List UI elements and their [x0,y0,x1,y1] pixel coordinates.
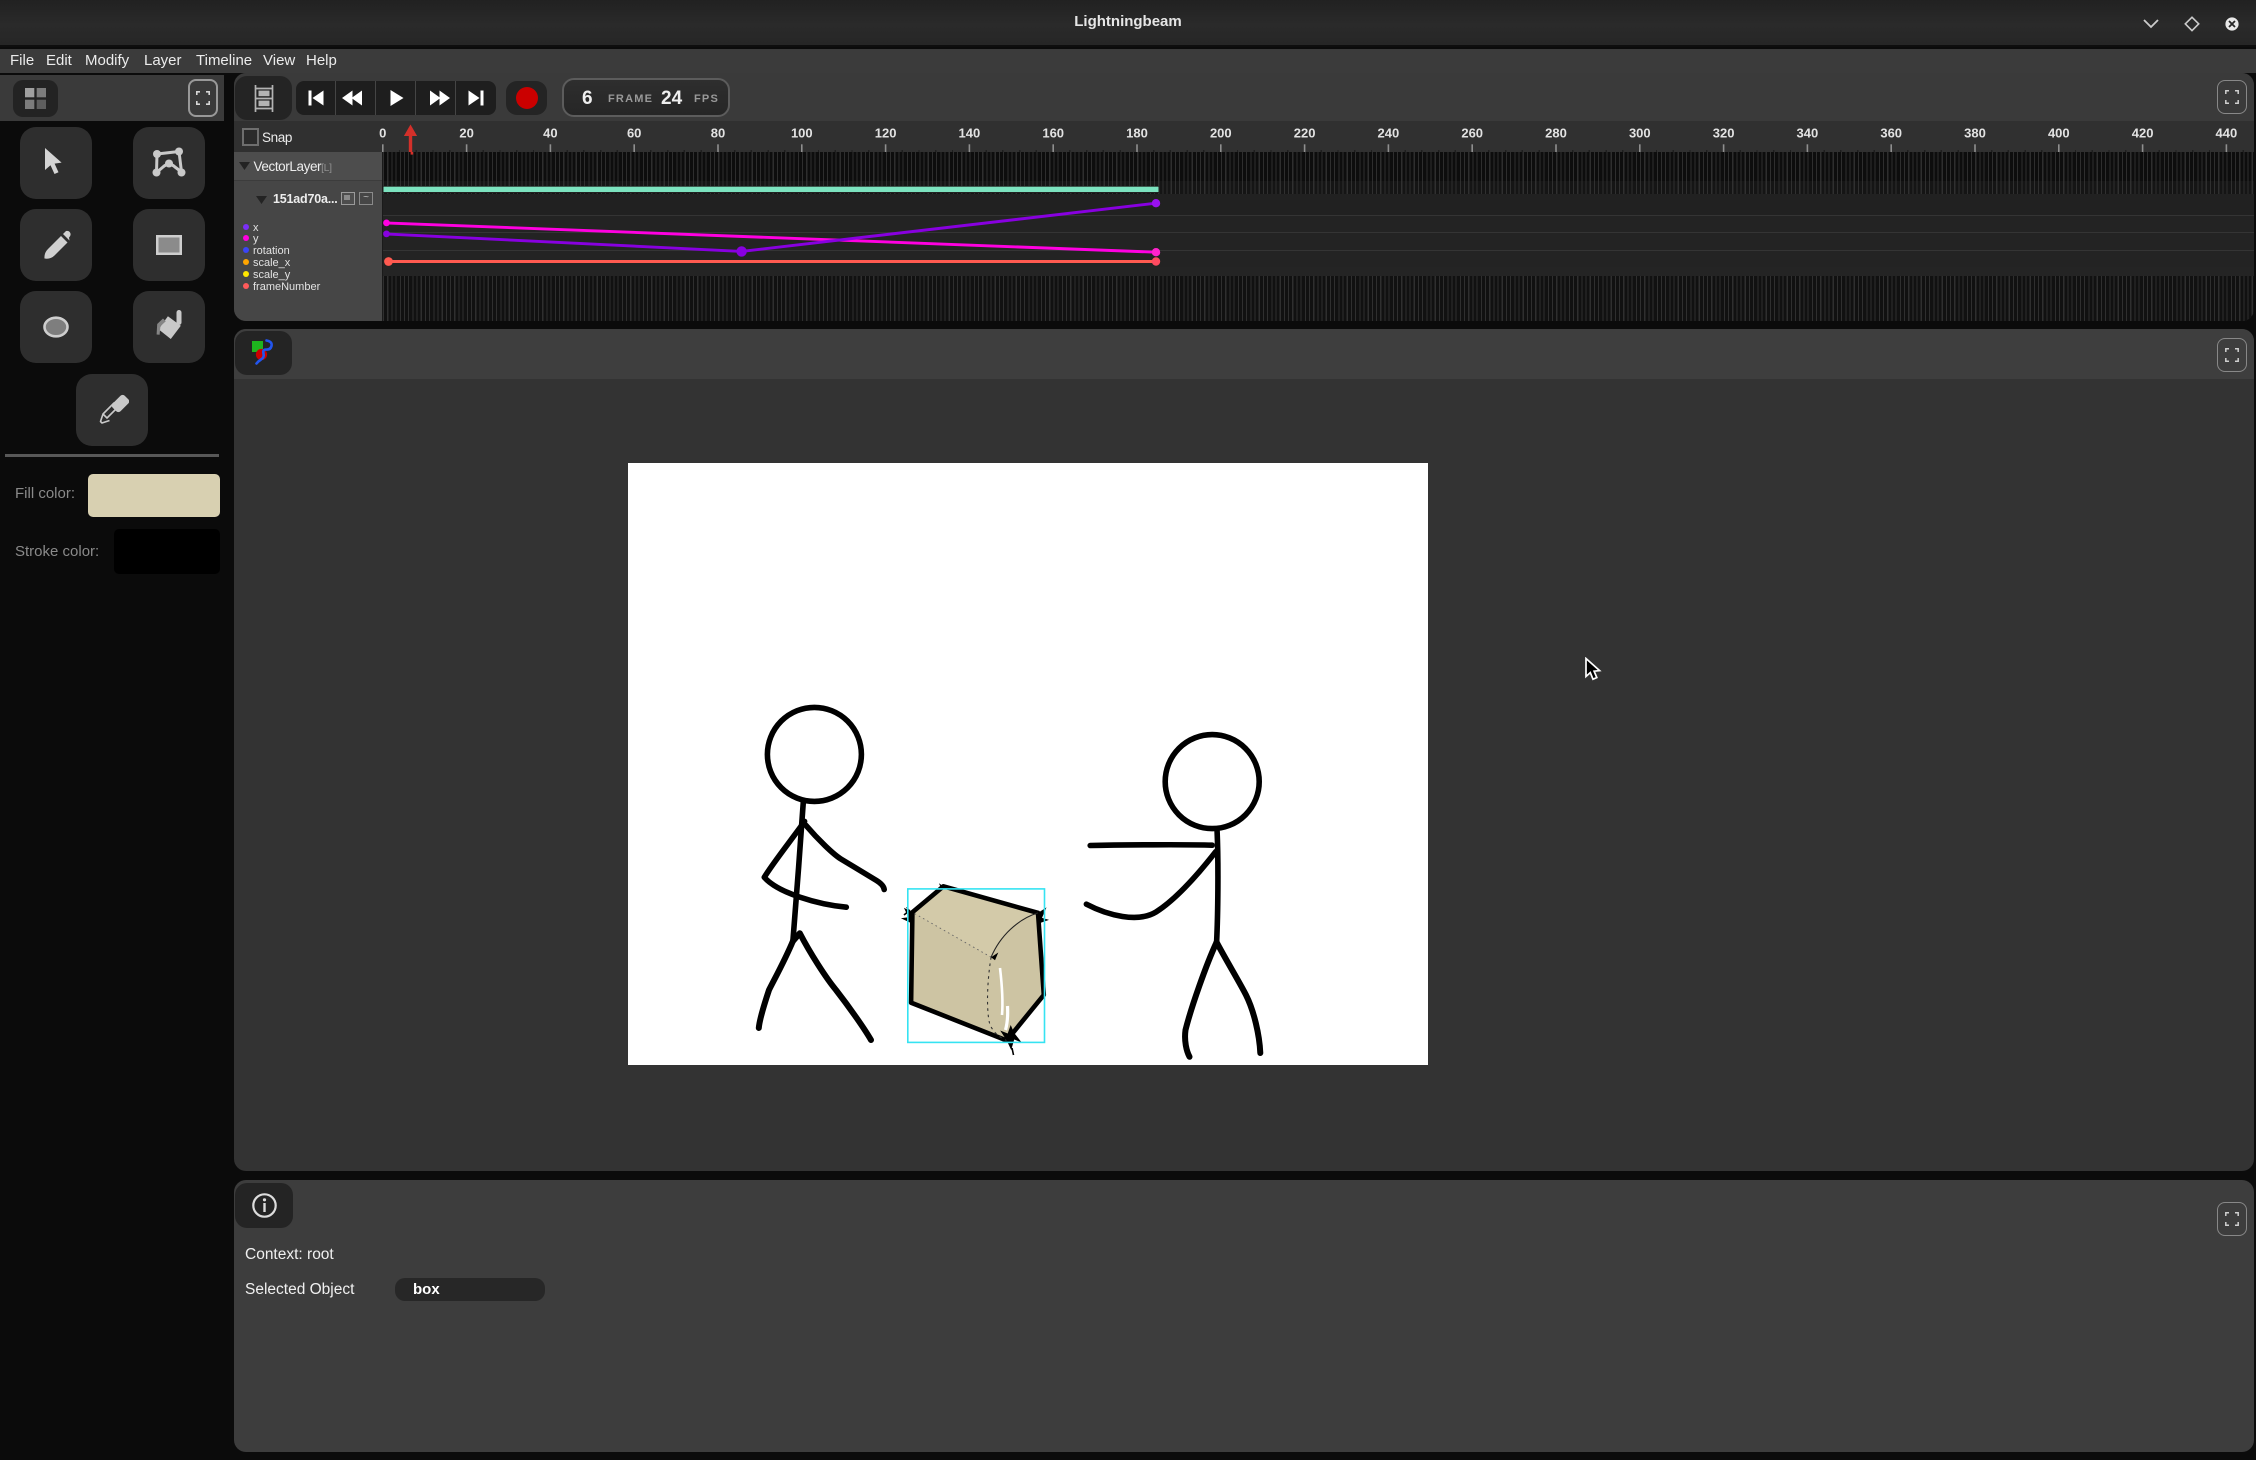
svg-text:340: 340 [1797,126,1819,141]
svg-text:100: 100 [791,126,813,141]
svg-text:260: 260 [1461,126,1483,141]
svg-text:40: 40 [543,126,557,141]
svg-text:420: 420 [2132,126,2154,141]
svg-text:160: 160 [1042,126,1064,141]
svg-text:200: 200 [1210,126,1232,141]
svg-text:320: 320 [1713,126,1735,141]
svg-text:380: 380 [1964,126,1986,141]
svg-text:180: 180 [1126,126,1148,141]
svg-text:440: 440 [2216,126,2238,141]
svg-text:360: 360 [1880,126,1902,141]
svg-text:120: 120 [875,126,897,141]
svg-text:300: 300 [1629,126,1651,141]
svg-text:0: 0 [379,126,386,141]
svg-text:80: 80 [711,126,725,141]
svg-text:240: 240 [1378,126,1400,141]
svg-text:280: 280 [1545,126,1567,141]
svg-text:60: 60 [627,126,641,141]
svg-text:140: 140 [959,126,981,141]
svg-text:220: 220 [1294,126,1316,141]
svg-text:400: 400 [2048,126,2070,141]
svg-text:20: 20 [459,126,473,141]
